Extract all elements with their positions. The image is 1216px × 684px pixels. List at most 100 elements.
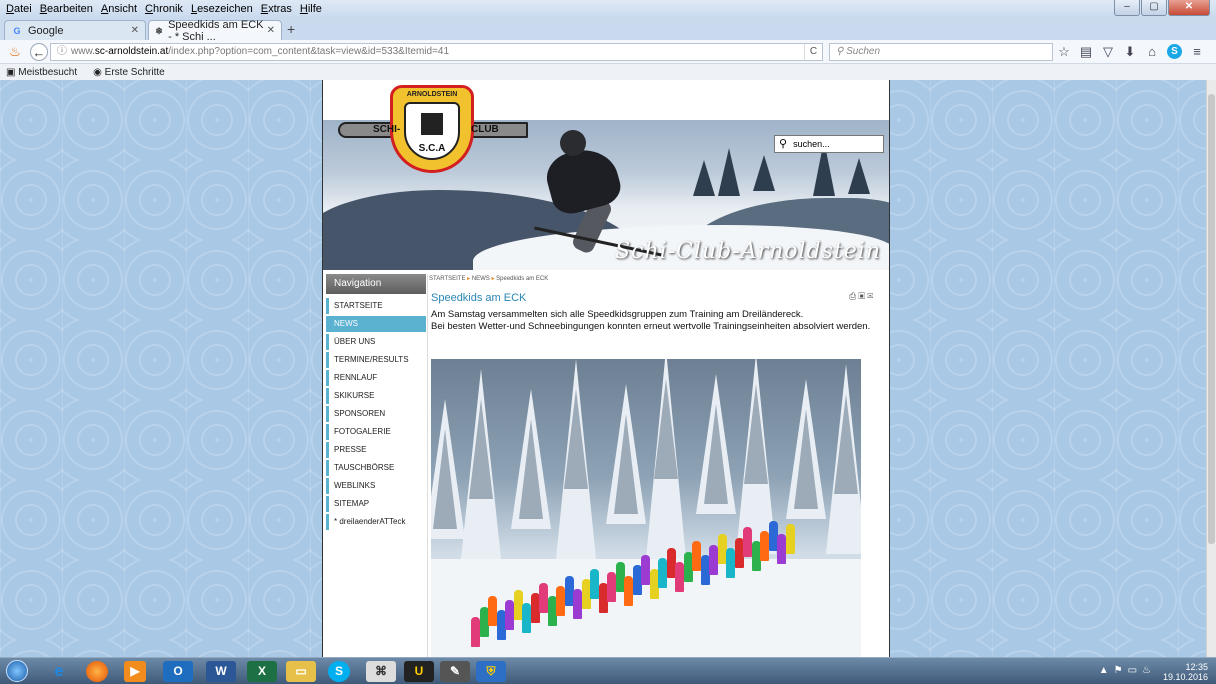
tray-icons[interactable]: ▲⚑▭♨ <box>1099 665 1156 676</box>
start-button[interactable] <box>6 660 28 682</box>
nav-item-news[interactable]: NEWS <box>326 316 426 332</box>
tab-speedkids[interactable]: ❄ Speedkids am ECK - * Schi ... ✕ <box>148 18 282 43</box>
info-icon[interactable]: ⓘ <box>57 44 67 60</box>
media-icon[interactable]: ▶ <box>124 661 146 682</box>
clock-time: 12:35 <box>1185 662 1208 672</box>
skype-icon[interactable]: S <box>328 661 350 682</box>
tab-bar: G Google ✕ ❄ Speedkids am ECK - * Schi .… <box>0 18 1216 43</box>
breadcrumb-arrow-icon: ▸ <box>491 276 495 282</box>
url-bar[interactable]: ⓘ www. sc-arnoldstein.at /index.php?opti… <box>50 43 823 61</box>
nav-item-fotogalerie[interactable]: FOTOGALERIE <box>326 424 426 440</box>
nav-item-ueber-uns[interactable]: ÜBER UNS <box>326 334 426 350</box>
column-divider <box>427 274 428 657</box>
download-icon[interactable]: ⬇ <box>1119 44 1141 60</box>
skier-helmet <box>560 130 586 156</box>
nav-item-weblinks[interactable]: WEBLINKS <box>326 478 426 494</box>
photo-kid <box>488 596 497 627</box>
pen-icon[interactable]: ✎ <box>440 661 470 682</box>
skype-icon[interactable]: S <box>1167 44 1182 59</box>
word-icon[interactable]: W <box>206 661 236 682</box>
photo-tree <box>646 359 686 559</box>
logo-arc-text: ARNOLDSTEIN <box>406 91 458 98</box>
close-window-button[interactable]: ✕ <box>1168 0 1210 16</box>
nav-item-presse[interactable]: PRESSE <box>326 442 426 458</box>
home-icon[interactable]: ⌂ <box>1141 44 1163 60</box>
shield-icon[interactable]: ⛨ <box>476 661 506 682</box>
back-button[interactable]: ← <box>30 43 48 61</box>
clock[interactable]: 12:35 19.10.2016 <box>1163 662 1208 682</box>
scrollbar-thumb[interactable] <box>1208 94 1215 544</box>
nav-item-sponsoren[interactable]: SPONSOREN <box>326 406 426 422</box>
reader-icon[interactable]: ⌘ <box>366 661 396 682</box>
photo-kid <box>675 561 684 592</box>
banner-tree <box>718 148 740 196</box>
article-actions: ⎙▣✉ <box>849 291 875 302</box>
nav-item-tauschboerse[interactable]: TAUSCHBÖRSE <box>326 460 426 476</box>
menu-bearbeiten[interactable]: Bearbeiten <box>40 3 93 15</box>
firefox-icon[interactable] <box>86 661 108 682</box>
print-icon[interactable]: ▣ <box>858 291 867 301</box>
breadcrumb: STARTSEITE ▸ NEWS ▸ Speedkids am ECK <box>429 275 548 282</box>
search-icon: ⚲ <box>836 46 844 57</box>
tab-label: Speedkids am ECK - * Schi ... <box>168 18 264 43</box>
photo-kid <box>624 575 633 606</box>
menu-icon[interactable]: ≡ <box>1186 44 1208 60</box>
new-tab-icon[interactable]: + <box>287 21 295 37</box>
url-path: /index.php?option=com_content&task=view&… <box>168 46 450 57</box>
menu-ansicht[interactable]: Ansicht <box>101 3 137 15</box>
club-logo[interactable]: ARNOLDSTEIN SCHI- CLUB S.C.A <box>333 85 528 175</box>
excel-icon[interactable]: X <box>247 661 277 682</box>
minimize-button[interactable]: – <box>1114 0 1140 16</box>
close-tab-icon[interactable]: ✕ <box>131 25 139 36</box>
search-bar[interactable]: ⚲ Suchen <box>829 43 1053 61</box>
email-icon[interactable]: ✉ <box>867 291 875 301</box>
page-viewport: Schi-Club-Arnoldstein ⚲ suchen... ARNOLD… <box>0 80 1216 657</box>
navigation-toolbar: ♨ ← ⓘ www. sc-arnoldstein.at /index.php?… <box>0 40 1216 64</box>
tab-google[interactable]: G Google ✕ <box>4 20 146 40</box>
nav-item-dreilaendereck[interactable]: * dreilaenderATTeck <box>326 514 426 530</box>
photo-kid <box>641 555 650 585</box>
close-tab-icon[interactable]: ✕ <box>267 25 275 36</box>
photo-kid <box>505 599 514 630</box>
maximize-button[interactable]: ▢ <box>1141 0 1167 16</box>
menu-lesezeichen[interactable]: Lesezeichen <box>191 3 253 15</box>
bookmarks-list-icon[interactable]: ▤ <box>1075 44 1097 60</box>
menu-hilfe[interactable]: Hilfe <box>300 3 322 15</box>
nav-item-termine-results[interactable]: TERMINE/RESULTS <box>326 352 426 368</box>
nav-item-skikurse[interactable]: SKIKURSE <box>326 388 426 404</box>
reload-icon[interactable]: C <box>804 44 822 60</box>
pdf-icon[interactable]: ⎙ <box>849 291 858 301</box>
photo-tree <box>431 399 465 539</box>
photo-tree <box>826 364 861 554</box>
vertical-scrollbar[interactable] <box>1206 80 1216 657</box>
photo-tree <box>511 389 551 529</box>
photo-kid <box>607 572 616 603</box>
nav-item-sitemap[interactable]: SITEMAP <box>326 496 426 512</box>
browser-window: Datei Bearbeiten Ansicht Chronik Lesezei… <box>0 0 1216 684</box>
menu-datei[interactable]: Datei <box>6 3 32 15</box>
nav-item-startseite[interactable]: STARTSEITE <box>326 298 426 314</box>
google-icon: G <box>13 25 21 36</box>
bookmark-erste-schritte[interactable]: ◉ Erste Schritte <box>93 67 173 78</box>
breadcrumb-startseite[interactable]: STARTSEITE <box>429 276 465 282</box>
nav-item-rennlauf[interactable]: RENNLAUF <box>326 370 426 386</box>
firefox-account-icon[interactable]: ♨ <box>6 43 24 61</box>
breadcrumb-news[interactable]: NEWS <box>472 276 490 282</box>
folder-icon[interactable]: ▭ <box>286 661 316 682</box>
u-app-icon[interactable]: U <box>404 661 434 682</box>
menu-chronik[interactable]: Chronik <box>145 3 183 15</box>
banner-title: Schi-Club-Arnoldstein <box>615 239 881 264</box>
bookmark-meistbesucht[interactable]: ▣ Meistbesucht <box>6 67 85 78</box>
tab-label: Google <box>28 24 64 37</box>
site-search-input[interactable]: ⚲ suchen... <box>774 135 884 153</box>
outlook-icon[interactable]: O <box>163 661 193 682</box>
photo-kid <box>760 530 769 561</box>
url-domain: sc-arnoldstein.at <box>94 46 169 57</box>
pocket-icon[interactable]: ▽ <box>1097 44 1119 60</box>
menu-extras[interactable]: Extras <box>261 3 292 15</box>
ie-icon[interactable]: e <box>44 661 74 682</box>
bookmark-star-icon[interactable]: ☆ <box>1053 44 1075 60</box>
banner-tree <box>693 160 715 196</box>
clock-date: 19.10.2016 <box>1162 672 1208 682</box>
photo-tree <box>696 374 736 514</box>
